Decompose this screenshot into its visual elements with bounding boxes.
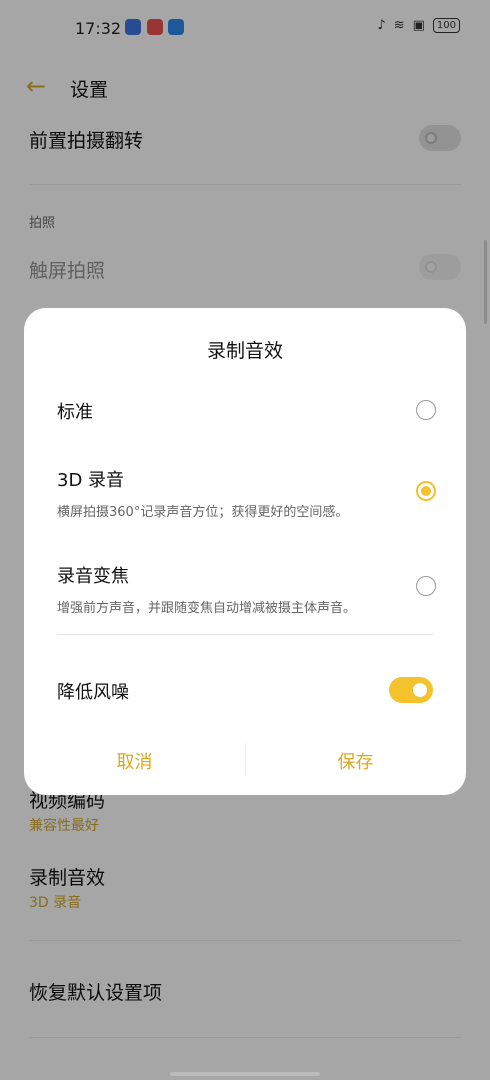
noise-reduction-toggle[interactable] — [389, 677, 433, 703]
dialog-divider — [57, 634, 433, 635]
option-audio-zoom-label[interactable]: 录音变焦 — [57, 562, 129, 588]
cancel-button[interactable]: 取消 — [24, 748, 245, 774]
audio-effect-dialog: 录制音效 标准 3D 录音 横屏拍摄360°记录声音方位；获得更好的空间感。 录… — [24, 308, 466, 795]
option-3d-audio-label[interactable]: 3D 录音 — [57, 466, 124, 492]
dialog-title: 录制音效 — [206, 340, 283, 362]
save-button[interactable]: 保存 — [245, 748, 466, 774]
option-3d-audio-radio[interactable] — [416, 481, 436, 501]
home-indicator[interactable] — [170, 1072, 320, 1076]
noise-reduction-label: 降低风噪 — [57, 682, 129, 703]
option-standard-radio[interactable] — [416, 400, 436, 420]
option-standard-label[interactable]: 标准 — [57, 398, 93, 424]
option-audio-zoom-radio[interactable] — [416, 576, 436, 596]
option-3d-audio-desc: 横屏拍摄360°记录声音方位；获得更好的空间感。 — [57, 505, 349, 520]
option-audio-zoom-desc: 增强前方声音，并跟随变焦自动增减被摄主体声音。 — [57, 601, 357, 616]
